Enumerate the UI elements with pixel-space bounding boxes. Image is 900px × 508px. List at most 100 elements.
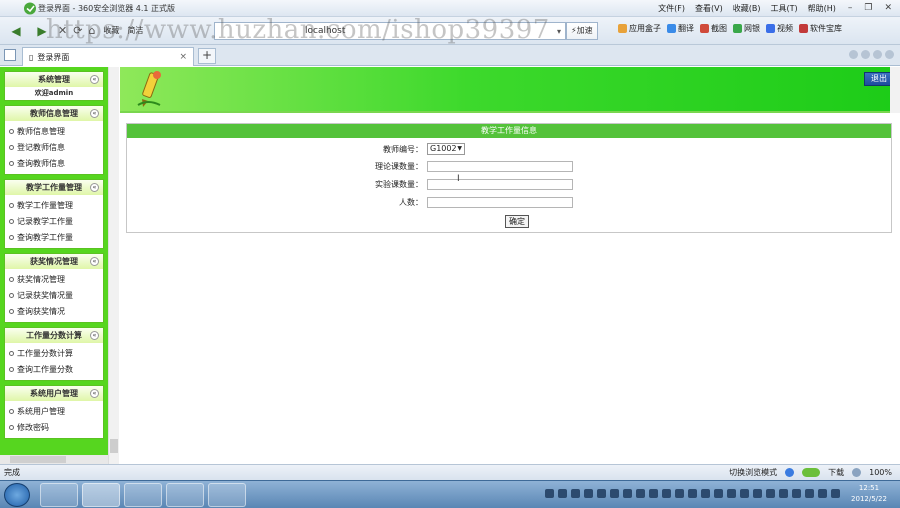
tray-icon[interactable] [701,489,710,498]
sidebar-item[interactable]: 教师信息管理 [5,123,103,139]
tray-icon[interactable] [766,489,775,498]
video-button[interactable]: 视频 [766,23,793,34]
scroll-thumb[interactable] [10,456,66,463]
screenshot-button[interactable]: 截图 [700,23,727,34]
translate-button[interactable]: 翻译 [667,23,694,34]
menu-favorites[interactable]: 收藏(B) [733,3,761,14]
tray-icon[interactable] [805,489,814,498]
tray-icon[interactable] [818,489,827,498]
tray-icon[interactable] [779,489,788,498]
maximize-button[interactable]: ❐ [864,3,872,13]
sidebar-item[interactable]: 记录教学工作量 [5,213,103,229]
tab-control-icon[interactable] [861,50,870,59]
tray-icon[interactable] [688,489,697,498]
tray-icon[interactable] [727,489,736,498]
tray-icon[interactable] [623,489,632,498]
system-clock[interactable]: 12:51 2012/5/22 [844,483,894,505]
zoom-icon[interactable] [852,468,862,477]
main-vertical-scrollbar[interactable] [890,67,900,113]
collapse-icon[interactable]: « [90,183,99,192]
sidebar-item[interactable]: 系统用户管理 [5,403,103,419]
sidebar-group-header[interactable]: 获奖情况管理 « [5,254,103,269]
tab-control-icon[interactable] [873,50,882,59]
tray-icon[interactable] [753,489,762,498]
sidebar-item[interactable]: 登记教师信息 [5,139,103,155]
sidebar-item[interactable]: 查询获奖情况 [5,303,103,319]
sidebar-item[interactable]: 工作量分数计算 [5,345,103,361]
tray-icon[interactable] [792,489,801,498]
close-window-button[interactable]: ✕ [884,3,892,13]
people-count-input[interactable] [427,197,573,208]
ie-mode-icon[interactable] [785,468,795,477]
bullet-icon [9,234,14,240]
collapse-icon[interactable]: « [90,331,99,340]
tray-icon[interactable] [636,489,645,498]
menu-tools[interactable]: 工具(T) [770,3,797,14]
bullet-icon [9,350,14,356]
app-taskbar-icon[interactable] [124,483,162,507]
lab-count-input[interactable] [427,179,573,190]
tray-icon[interactable] [558,489,567,498]
address-dropdown-icon[interactable]: ▾ [557,27,561,36]
sidebar-item[interactable]: 记录获奖情况量 [5,287,103,303]
collapse-icon[interactable]: « [90,389,99,398]
teacher-id-select[interactable]: G1002 ▼ [427,143,465,155]
theory-count-input[interactable] [427,161,573,172]
sidebar-group-header[interactable]: 系统用户管理 « [5,386,103,401]
tray-icon[interactable] [740,489,749,498]
minimize-button[interactable]: – [848,3,853,13]
sidebar-group-header[interactable]: 工作量分数计算 « [5,328,103,343]
collapse-icon[interactable]: « [90,109,99,118]
sidebar-item[interactable]: 查询教师信息 [5,155,103,171]
tray-icon[interactable] [831,489,840,498]
accelerate-button[interactable]: ⚡加速 [566,22,598,40]
tray-icon[interactable] [714,489,723,498]
tray-icon[interactable] [675,489,684,498]
collapse-icon[interactable]: « [90,75,99,84]
tray-icon[interactable] [545,489,554,498]
bank-button[interactable]: 网银 [733,23,760,34]
sidebar-vertical-scrollbar[interactable] [108,67,119,464]
tray-icon[interactable] [597,489,606,498]
sidebar-group: 教学工作量管理 « 教学工作量管理 记录教学工作量 查询教学工作量 [4,179,104,249]
tray-icon[interactable] [571,489,580,498]
menu-file[interactable]: 文件(F) [658,3,685,14]
start-button[interactable] [4,483,30,507]
toggle-icon[interactable] [802,468,821,477]
tab-close-icon[interactable]: × [179,52,187,62]
tray-icon[interactable] [662,489,671,498]
bullet-icon [9,276,14,282]
menu-view[interactable]: 查看(V) [695,3,723,14]
sidebar-item[interactable]: 查询工作量分数 [5,361,103,377]
folder-taskbar-icon[interactable] [208,483,246,507]
new-tab-button[interactable]: + [198,48,216,64]
switch-mode-button[interactable]: 切换浏览模式 [729,467,777,478]
sidebar-item[interactable]: 修改密码 [5,419,103,435]
browser-taskbar-icon[interactable] [82,483,120,507]
tab-control-icon[interactable] [849,50,858,59]
scroll-thumb[interactable] [110,439,118,453]
back-button[interactable]: ◀ [6,21,26,41]
sidebar-group-header[interactable]: 教学工作量管理 « [5,180,103,195]
tray-icon[interactable] [649,489,658,498]
zoom-level[interactable]: 100% [869,468,892,477]
tab-control-icon[interactable] [885,50,894,59]
sidebar-horizontal-scrollbar[interactable] [0,455,108,464]
sidebar-item[interactable]: 查询教学工作量 [5,229,103,245]
sidebar-item[interactable]: 获奖情况管理 [5,271,103,287]
sidebar-toggle-icon[interactable] [4,49,16,61]
sidebar-group-header[interactable]: 教师信息管理 « [5,106,103,121]
ie-taskbar-icon[interactable] [40,483,78,507]
menu-help[interactable]: 帮助(H) [808,3,836,14]
tab-login[interactable]: ▯ 登录界面 × [22,47,194,66]
software-store-button[interactable]: 软件宝库 [799,23,842,34]
media-taskbar-icon[interactable] [166,483,204,507]
collapse-icon[interactable]: « [90,257,99,266]
sidebar-group-header[interactable]: 系统管理 « [5,72,103,87]
tray-icon[interactable] [584,489,593,498]
tray-icon[interactable] [610,489,619,498]
submit-button[interactable]: 确定 [505,215,529,228]
download-button[interactable]: 下载 [828,467,844,478]
app-box-button[interactable]: 应用盒子 [618,23,661,34]
sidebar-item[interactable]: 教学工作量管理 [5,197,103,213]
